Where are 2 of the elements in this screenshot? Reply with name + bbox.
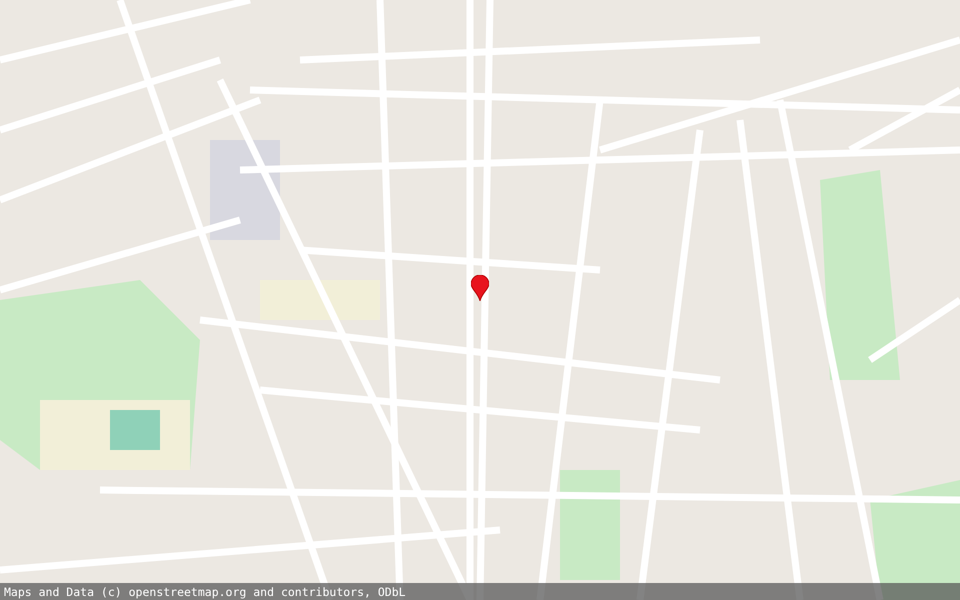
map-marker-icon[interactable] [471,275,489,301]
attribution-text: Maps and Data (c) openstreetmap.org and contributors, ODbL [4,584,406,598]
